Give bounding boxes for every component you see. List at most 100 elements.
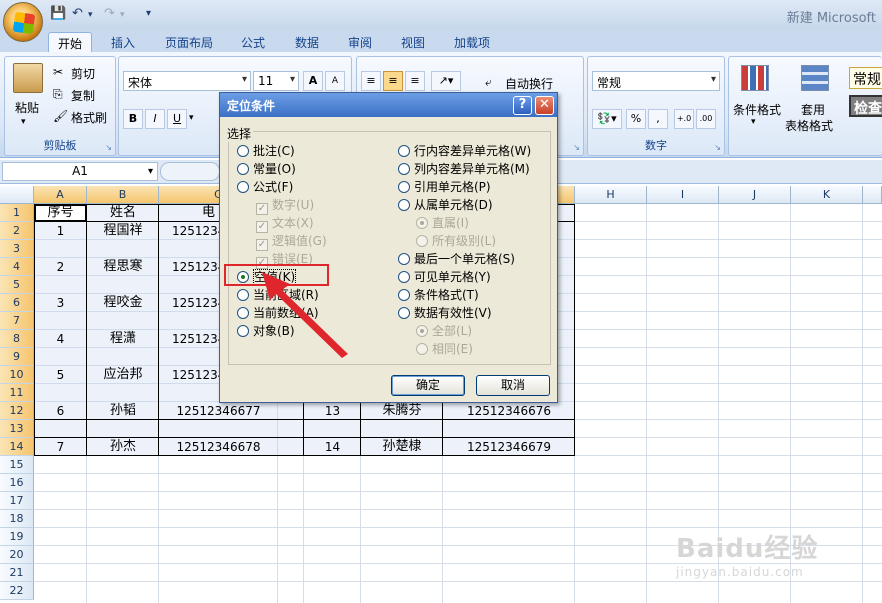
format-painter-button[interactable]: 格式刷: [71, 109, 107, 126]
cell-a1[interactable]: 序号: [34, 204, 87, 222]
row-header[interactable]: 3: [0, 240, 34, 258]
tab-addins[interactable]: 加载项: [446, 32, 498, 52]
clipboard-launcher-icon[interactable]: ↘: [105, 143, 112, 152]
dialog-title[interactable]: 定位条件: [220, 93, 557, 117]
orientation-icon[interactable]: ↗▾: [431, 71, 461, 91]
row-header[interactable]: 6: [0, 294, 34, 312]
tab-home[interactable]: 开始: [48, 32, 92, 52]
row-header[interactable]: 14: [0, 438, 34, 456]
font-size-combo[interactable]: 11: [253, 71, 299, 91]
save-icon[interactable]: 💾: [50, 6, 66, 22]
cell-a6[interactable]: 3: [34, 294, 87, 312]
cell-f12[interactable]: 朱腾芬: [361, 402, 443, 420]
row-header[interactable]: 11: [0, 384, 34, 402]
tab-insert[interactable]: 插入: [103, 32, 143, 52]
cell-a12[interactable]: 6: [34, 402, 87, 420]
row-header[interactable]: 22: [0, 582, 34, 600]
option-column-differences[interactable]: 列内容差异单元格(M): [398, 161, 530, 177]
column-header-k[interactable]: K: [791, 186, 863, 204]
cell-c12[interactable]: 12512346677: [159, 402, 278, 420]
copy-button[interactable]: 复制: [71, 87, 95, 104]
paste-button[interactable]: 粘贴: [15, 99, 39, 116]
row-header[interactable]: 18: [0, 510, 34, 528]
option-last-cell[interactable]: 最后一个单元格(S): [398, 251, 515, 267]
tab-data[interactable]: 数据: [287, 32, 327, 52]
redo-icon[interactable]: ↷: [104, 6, 115, 22]
cell-b8[interactable]: 程潇: [87, 330, 159, 348]
wrap-text-button[interactable]: 自动换行: [505, 75, 553, 92]
column-header-i[interactable]: I: [647, 186, 719, 204]
row-header[interactable]: 21: [0, 564, 34, 582]
cell-b6[interactable]: 程咬金: [87, 294, 159, 312]
formula-bar-handle[interactable]: [160, 162, 220, 181]
font-name-combo[interactable]: 宋体: [123, 71, 251, 91]
redo-dropdown-icon[interactable]: ▾: [120, 10, 125, 26]
number-launcher-icon[interactable]: ↘: [714, 143, 721, 152]
format-painter-icon[interactable]: 🖌: [53, 109, 68, 123]
table-format-button-line1[interactable]: 套用: [801, 101, 825, 118]
style-check-cell[interactable]: 检查: [849, 95, 882, 117]
cell-b4[interactable]: 程思寒: [87, 258, 159, 276]
close-button[interactable]: ✕: [535, 96, 554, 115]
bold-button[interactable]: B: [123, 109, 143, 129]
row-header[interactable]: 7: [0, 312, 34, 330]
cell-b10[interactable]: 应治邦: [87, 366, 159, 384]
style-normal-cell[interactable]: 常规: [849, 67, 882, 89]
cell-b14[interactable]: 孙杰: [87, 438, 159, 456]
option-precedents[interactable]: 引用单元格(P): [398, 179, 491, 195]
conditional-format-icon[interactable]: [741, 65, 769, 91]
option-row-differences[interactable]: 行内容差异单元格(W): [398, 143, 531, 159]
underline-dropdown-icon[interactable]: ▾: [189, 113, 194, 123]
row-header[interactable]: 19: [0, 528, 34, 546]
increase-decimal-button[interactable]: +.0: [674, 109, 694, 129]
cell-a2[interactable]: 1: [34, 222, 87, 240]
option-conditional-formats[interactable]: 条件格式(T): [398, 287, 479, 303]
row-header[interactable]: 20: [0, 546, 34, 564]
currency-icon[interactable]: 💱▾: [592, 109, 622, 129]
tab-review[interactable]: 审阅: [340, 32, 380, 52]
table-format-icon[interactable]: [801, 65, 829, 91]
table-format-button-line2[interactable]: 表格格式: [785, 117, 833, 134]
option-formulas[interactable]: 公式(F): [237, 179, 293, 195]
row-header[interactable]: 8: [0, 330, 34, 348]
cut-button[interactable]: 剪切: [71, 65, 95, 82]
tab-view[interactable]: 视图: [393, 32, 433, 52]
cut-icon[interactable]: ✂: [53, 65, 63, 79]
option-dependents[interactable]: 从属单元格(D): [398, 197, 493, 213]
italic-button[interactable]: I: [145, 109, 165, 129]
row-header[interactable]: 12: [0, 402, 34, 420]
wrap-text-icon[interactable]: ⤶: [485, 75, 492, 90]
help-button[interactable]: ?: [513, 96, 532, 115]
cell-f14[interactable]: 孙楚棣: [361, 438, 443, 456]
option-constants[interactable]: 常量(O): [237, 161, 296, 177]
select-all-corner[interactable]: [0, 186, 34, 204]
number-format-combo[interactable]: 常规: [592, 71, 720, 91]
option-visible-cells[interactable]: 可见单元格(Y): [398, 269, 491, 285]
column-header-a[interactable]: A: [34, 186, 87, 204]
align-middle-icon[interactable]: ≡: [383, 71, 403, 91]
cell-c14[interactable]: 12512346678: [159, 438, 278, 456]
option-comments[interactable]: 批注(C): [237, 143, 295, 159]
undo-icon[interactable]: ↶: [72, 6, 83, 22]
row-header[interactable]: 5: [0, 276, 34, 294]
cell-e14[interactable]: 14: [304, 438, 361, 456]
office-button[interactable]: [3, 2, 43, 42]
row-header[interactable]: 1: [0, 204, 34, 222]
align-top-icon[interactable]: ≡: [361, 71, 381, 91]
tab-formulas[interactable]: 公式: [233, 32, 273, 52]
align-bottom-icon[interactable]: ≡: [405, 71, 425, 91]
cell-a4[interactable]: 2: [34, 258, 87, 276]
column-header-h[interactable]: H: [575, 186, 647, 204]
row-header[interactable]: 2: [0, 222, 34, 240]
column-header-b[interactable]: B: [87, 186, 159, 204]
undo-dropdown-icon[interactable]: ▾: [88, 10, 93, 26]
cell-a10[interactable]: 5: [34, 366, 87, 384]
cell-b12[interactable]: 孙韬: [87, 402, 159, 420]
cell-e12[interactable]: 13: [304, 402, 361, 420]
cancel-button[interactable]: 取消: [476, 375, 550, 396]
copy-icon[interactable]: ⎘: [53, 87, 63, 102]
decrease-decimal-button[interactable]: .00: [696, 109, 716, 129]
option-data-validation[interactable]: 数据有效性(V): [398, 305, 492, 321]
column-header-j[interactable]: J: [719, 186, 791, 204]
row-header[interactable]: 9: [0, 348, 34, 366]
